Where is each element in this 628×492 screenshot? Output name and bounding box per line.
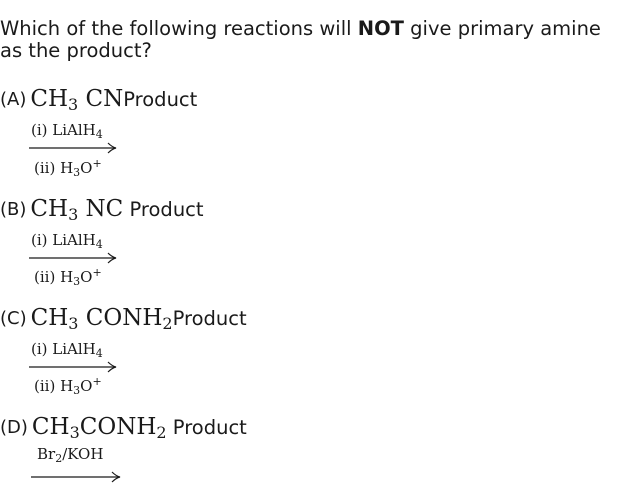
option-a-header: (A) CH3 CNProduct [0,86,198,114]
question-emphasis: NOT [357,17,404,40]
option-a[interactable]: (A) CH3 CNProduct (i) LiAlH4 (ii) H3O+ [0,86,628,196]
option-label: (C) [0,308,27,329]
product-text: Product [172,307,247,330]
reactant-formula: CH3 CONH2 [30,305,173,333]
question-pre: Which of the following reactions will [0,17,358,40]
option-c[interactable]: (C) CH3 CONH2Product (i) LiAlH4 (ii) H3O+ [0,305,628,415]
reagent-step-1: (i) LiAlH4 [31,340,103,360]
option-b[interactable]: (B) CH3 NC Product (i) LiAlH4 (ii) H3O+ [0,196,628,306]
option-label: (B) [0,199,27,220]
reactant-formula: CH3 NC [30,196,124,224]
reagent-step-2: (ii) H3O+ [34,266,102,288]
product-text: Product [123,88,198,111]
option-d[interactable]: (D) CH3CONH2 Product Br2/KOH [0,414,628,492]
option-label: (D) [0,417,28,438]
reagent-step-2: (ii) H3O+ [34,157,102,179]
question-text: Which of the following reactions will NO… [0,18,620,62]
reagent-step-2: (ii) H3O+ [34,375,102,397]
reagent-step-1: (i) LiAlH4 [31,231,103,251]
reagent-step-1: (i) LiAlH4 [31,121,103,141]
product-text: Product [129,198,204,221]
reaction-arrow-icon [29,251,119,265]
reaction-arrow-icon [29,141,119,155]
reactant-formula: CH3CONH2 [31,414,167,442]
product-text: Product [172,416,247,439]
reagent-step-1: Br2/KOH [37,445,104,465]
reaction-arrow-icon [29,360,119,374]
option-label: (A) [0,89,27,110]
reaction-arrow-icon [31,470,123,484]
option-d-header: (D) CH3CONH2 Product [0,414,247,442]
option-b-header: (B) CH3 NC Product [0,196,204,224]
option-c-header: (C) CH3 CONH2Product [0,305,247,333]
reactant-formula: CH3 CN [30,86,124,114]
